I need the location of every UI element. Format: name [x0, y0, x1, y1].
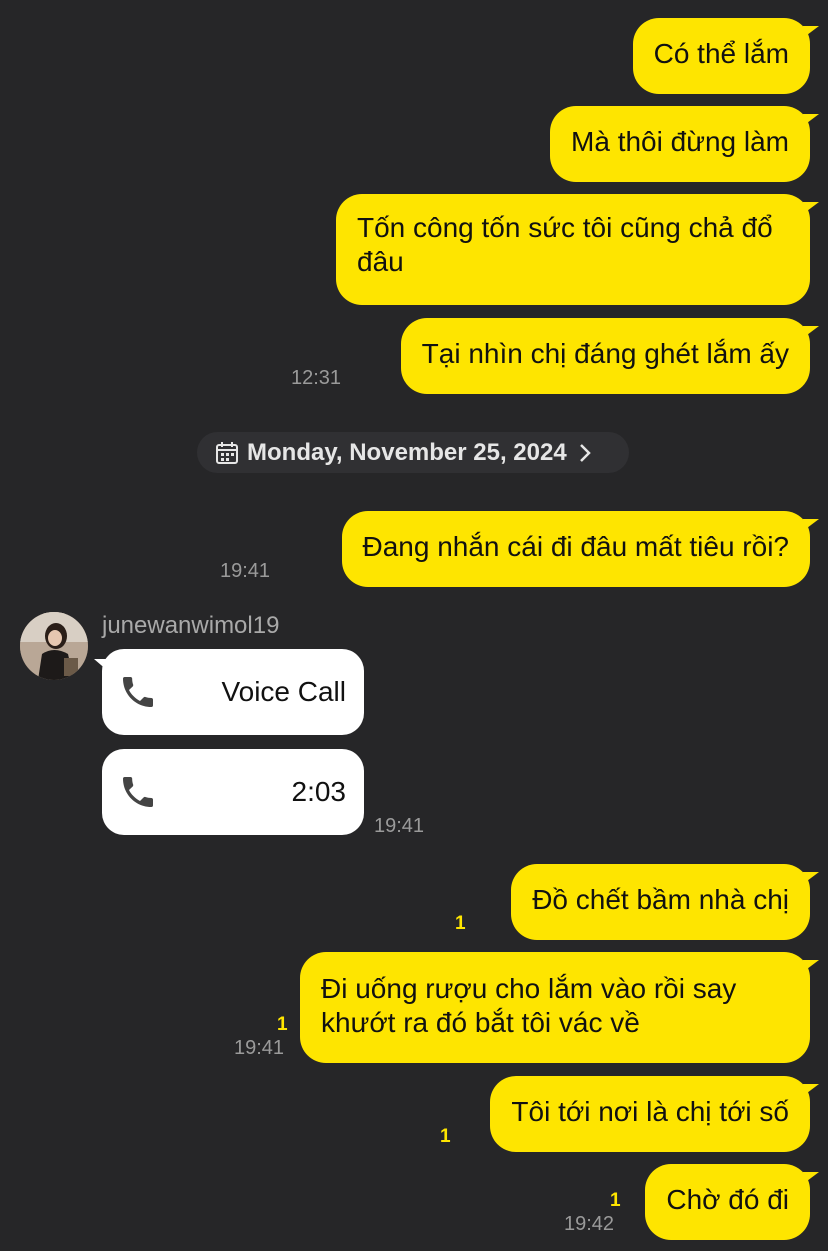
unread-count: 1 — [610, 1190, 621, 1211]
date-label: Monday, November 25, 2024 — [247, 438, 567, 466]
unread-count: 1 — [440, 1126, 451, 1147]
message-bubble[interactable]: Tại nhìn chị đáng ghét lắm ấy — [400, 318, 820, 394]
unread-count: 1 — [277, 1014, 288, 1035]
chevron-right-icon — [579, 443, 591, 462]
unread-count: 1 — [455, 913, 466, 934]
voice-call-bubble[interactable]: 2:03 — [102, 749, 364, 835]
message-time: 12:31 — [291, 367, 342, 389]
message-time: 19:41 — [220, 560, 271, 582]
call-label: Voice Call — [221, 676, 346, 707]
message-bubble[interactable]: Mà thôi đừng làm — [550, 106, 819, 182]
date-divider[interactable]: Monday, November 25, 2024 — [197, 432, 629, 473]
phone-icon — [123, 677, 153, 707]
message-time: 19:41 — [234, 1037, 285, 1059]
message-bubble[interactable]: Có thể lắm — [632, 18, 820, 94]
message-time: 19:42 — [564, 1213, 615, 1235]
message-time: 19:41 — [374, 815, 425, 837]
sender-name[interactable]: junewanwimol19 — [102, 612, 279, 640]
message-bubble[interactable]: Đi uống rượu cho lắm vào rồi say khướt r… — [300, 952, 819, 1063]
message-bubble[interactable]: Chờ đó đi — [645, 1164, 819, 1240]
call-duration: 2:03 — [291, 776, 347, 807]
avatar[interactable] — [20, 612, 88, 680]
voice-call-bubble[interactable]: Voice Call — [94, 649, 364, 735]
message-bubble[interactable]: Tốn công tốn sức tôi cũng chả đổ đâu — [336, 194, 819, 305]
phone-icon — [123, 777, 153, 807]
message-bubble[interactable]: Đồ chết bầm nhà chị — [511, 864, 819, 940]
message-bubble[interactable]: Đang nhắn cái đi đâu mất tiêu rồi? — [341, 511, 819, 587]
avatar-image — [20, 612, 88, 680]
calendar-icon — [216, 441, 238, 464]
message-bubble[interactable]: Tôi tới nơi là chị tới số — [490, 1076, 819, 1152]
